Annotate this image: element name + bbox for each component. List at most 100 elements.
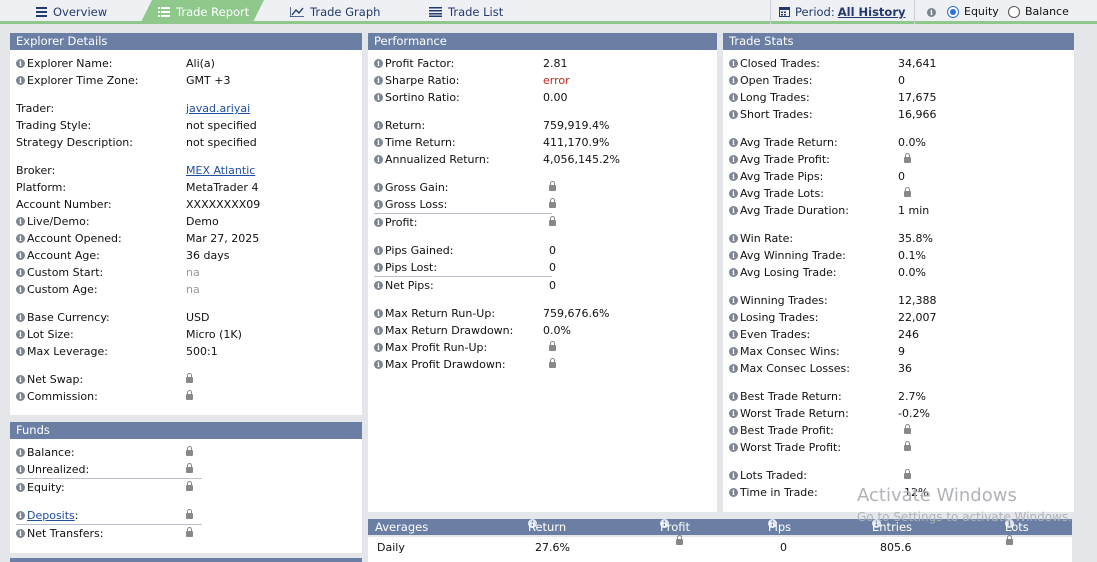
info-icon[interactable]: i	[374, 121, 383, 130]
info-icon[interactable]: i	[729, 93, 738, 102]
info-icon[interactable]: i	[16, 313, 25, 322]
custom-start-value: na	[186, 266, 200, 279]
trader-link[interactable]: javad.ariyai	[186, 101, 250, 116]
info-icon[interactable]: i	[16, 511, 25, 520]
info-icon[interactable]: i	[729, 392, 738, 401]
tab-trade-report[interactable]: Trade Report	[140, 0, 264, 24]
tab-overview-label: Overview	[53, 5, 108, 19]
info-icon[interactable]: i	[374, 326, 383, 335]
info-icon[interactable]: i	[729, 251, 738, 260]
info-icon[interactable]: i	[729, 443, 738, 452]
info-icon[interactable]: i	[16, 392, 25, 401]
profit-factor-value: 2.81	[543, 57, 568, 70]
info-icon[interactable]: i	[374, 93, 383, 102]
info-icon[interactable]: i	[729, 471, 738, 480]
info-icon[interactable]: i	[729, 189, 738, 198]
trader-label: Trader:	[16, 102, 55, 115]
max-consec-wins-label: Max Consec Wins:	[740, 345, 840, 358]
equity-label: Equity:	[27, 481, 65, 494]
balance-radio-label[interactable]: Balance	[1025, 5, 1069, 18]
averages-col-pips[interactable]: Pips	[768, 519, 791, 535]
worst-trade-profit-label: Worst Trade Profit:	[740, 441, 842, 454]
tab-trade-list[interactable]: Trade List	[429, 0, 503, 24]
info-icon[interactable]: i	[729, 364, 738, 373]
balance-radio[interactable]	[1008, 6, 1020, 18]
info-icon[interactable]: i	[16, 285, 25, 294]
period-value[interactable]: All History	[838, 5, 906, 19]
info-icon[interactable]: i	[374, 281, 383, 290]
lot-size-value: Micro (1K)	[186, 328, 242, 341]
max-profit-drawdown-label: Max Profit Drawdown:	[385, 358, 506, 371]
win-rate-value: 35.8%	[898, 232, 933, 245]
pips-gained-value: 0	[549, 244, 556, 257]
tab-overview[interactable]: Overview	[36, 0, 107, 24]
sortino-label: Sortino Ratio:	[385, 91, 460, 104]
overview-icon	[36, 1, 47, 25]
account-opened-label: Account Opened:	[27, 232, 122, 245]
info-icon[interactable]: i	[729, 138, 738, 147]
closed-trades-label: Closed Trades:	[740, 57, 820, 70]
averages-col-profit[interactable]: Profit	[660, 519, 690, 535]
period-label: Period:	[795, 5, 835, 19]
info-icon[interactable]: i	[729, 330, 738, 339]
info-icon[interactable]: i	[729, 76, 738, 85]
info-icon[interactable]: i	[16, 330, 25, 339]
info-icon[interactable]: i	[16, 483, 25, 492]
pips-gained-label: Pips Gained:	[385, 244, 454, 257]
unrealized-label: Unrealized:	[27, 463, 90, 476]
info-icon[interactable]: i	[374, 246, 383, 255]
info-icon[interactable]: i	[16, 465, 25, 474]
activate-windows-title: Activate Windows	[857, 485, 1017, 506]
broker-link[interactable]: MEX Atlantic	[186, 163, 255, 178]
info-icon[interactable]: i	[729, 172, 738, 181]
info-icon[interactable]: i	[374, 309, 383, 318]
info-icon[interactable]: i	[16, 76, 25, 85]
info-icon[interactable]: i	[729, 206, 738, 215]
equity-radio-label[interactable]: Equity	[964, 5, 999, 18]
tab-trade-graph[interactable]: Trade Graph	[289, 0, 380, 24]
info-icon[interactable]: i	[16, 529, 25, 538]
info-icon[interactable]: i	[374, 183, 383, 192]
info-icon[interactable]: i	[16, 347, 25, 356]
info-icon[interactable]: i	[729, 155, 738, 164]
info-icon[interactable]: i	[16, 268, 25, 277]
info-icon[interactable]: i	[16, 59, 25, 68]
info-icon[interactable]: i	[374, 360, 383, 369]
info-icon[interactable]: i	[729, 296, 738, 305]
info-icon[interactable]: i	[729, 268, 738, 277]
info-icon[interactable]: i	[374, 200, 383, 209]
lock-icon	[186, 463, 193, 473]
lock-icon	[549, 181, 556, 191]
info-icon[interactable]: i	[729, 110, 738, 119]
info-icon[interactable]: i	[729, 426, 738, 435]
info-icon[interactable]: i	[16, 375, 25, 384]
info-icon[interactable]: i	[374, 263, 383, 272]
period-selector[interactable]: Period: All History	[770, 0, 915, 24]
info-icon[interactable]: i	[16, 234, 25, 243]
info-icon[interactable]: i	[729, 234, 738, 243]
deposits-link[interactable]: Deposits	[27, 509, 75, 522]
info-icon[interactable]: i	[16, 217, 25, 226]
info-icon[interactable]: i	[729, 59, 738, 68]
info-icon[interactable]: i	[374, 138, 383, 147]
info-icon[interactable]: i	[729, 347, 738, 356]
lock-icon	[904, 187, 911, 197]
info-icon[interactable]: i	[729, 313, 738, 322]
info-icon[interactable]: i	[729, 409, 738, 418]
info-icon[interactable]: i	[16, 448, 25, 457]
info-icon[interactable]: i	[374, 59, 383, 68]
equity-radio[interactable]	[947, 6, 959, 18]
account-opened-value: Mar 27, 2025	[186, 232, 260, 245]
averages-col-return[interactable]: Return	[528, 519, 566, 535]
info-icon[interactable]: i	[374, 343, 383, 352]
base-currency-label: Base Currency:	[27, 311, 110, 324]
lock-icon	[676, 535, 683, 545]
lock-icon	[549, 341, 556, 351]
best-trade-return-value: 2.7%	[898, 390, 926, 403]
info-icon[interactable]: i	[16, 251, 25, 260]
info-icon[interactable]: i	[729, 488, 738, 497]
info-icon[interactable]: i	[374, 155, 383, 164]
info-icon[interactable]: i	[374, 76, 383, 85]
info-icon[interactable]: i	[927, 8, 936, 17]
info-icon[interactable]: i	[374, 218, 383, 227]
